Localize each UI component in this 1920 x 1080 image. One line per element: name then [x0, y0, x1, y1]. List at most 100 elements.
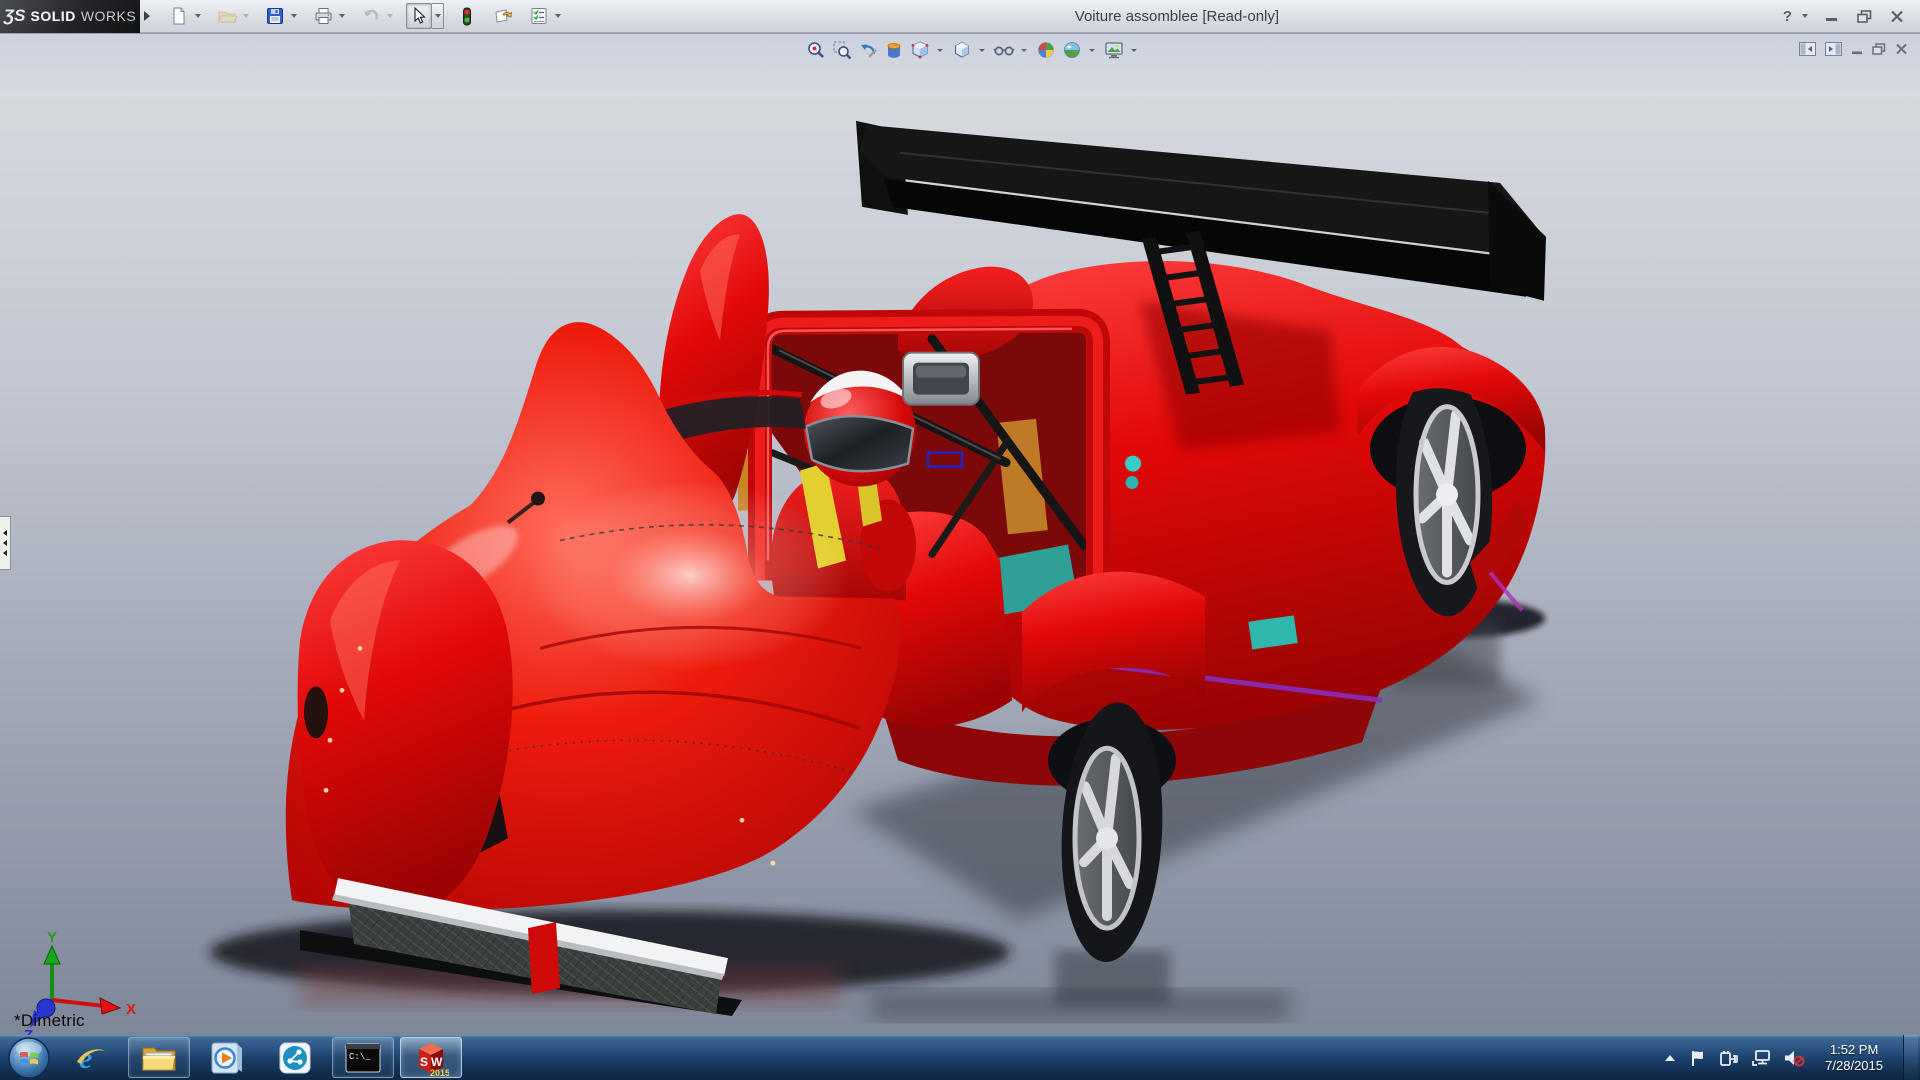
show-hidden-icons-button[interactable] [1663, 1053, 1677, 1063]
system-tray: 1:52 PM 7/28/2015 [1663, 1035, 1920, 1080]
restore-icon [1872, 43, 1886, 55]
document-window-controls [1799, 42, 1908, 56]
document-restore-button[interactable] [1872, 43, 1886, 55]
display-style-button[interactable] [951, 39, 973, 61]
action-center-button[interactable] [1689, 1049, 1707, 1067]
collapse-left-pane-button[interactable] [1799, 42, 1816, 56]
taskbar-apps: e [60, 1035, 462, 1080]
solidworks-2015-icon: SW 2015 [413, 1039, 449, 1077]
collapse-right-pane-button[interactable] [1825, 42, 1842, 56]
triad-x-label: X [126, 1001, 136, 1018]
pane-right-icon [1825, 42, 1842, 56]
print-icon [314, 7, 333, 25]
help-button[interactable]: ? [1783, 8, 1792, 25]
feature-manager-collapsed-tab[interactable] [0, 516, 11, 570]
start-button[interactable] [6, 1035, 52, 1080]
new-document-icon [170, 7, 188, 25]
view-orientation-dropdown[interactable] [935, 39, 944, 61]
document-close-button[interactable] [1895, 43, 1908, 55]
help-dropdown[interactable] [1799, 3, 1811, 29]
taskbar-clock[interactable]: 1:52 PM 7/28/2015 [1817, 1042, 1891, 1074]
3d-model-scene[interactable] [0, 34, 1920, 1035]
3ds-logo-icon: ƷS [4, 6, 26, 26]
options-list-icon [530, 7, 549, 25]
restore-icon [1857, 10, 1872, 23]
document-minimize-button[interactable] [1851, 44, 1863, 55]
select-tool-button[interactable] [406, 3, 432, 29]
command-prompt-icon: C:\_ [344, 1042, 382, 1074]
apply-scene-button[interactable] [1061, 39, 1083, 61]
title-bar: ƷS SOLIDWORKS [0, 0, 1920, 33]
select-cursor-icon [411, 7, 427, 25]
close-icon [1895, 43, 1908, 55]
internet-explorer-icon: e [73, 1040, 109, 1076]
window-title: Voiture assomblee [Read-only] [571, 8, 1783, 25]
options-dropdown[interactable] [552, 3, 564, 29]
taskbar-share-app[interactable] [264, 1037, 326, 1078]
graphics-viewport[interactable]: Y X Z *Dimetric [0, 33, 1920, 1035]
power-options-button[interactable] [1719, 1049, 1739, 1067]
edit-appearance-button[interactable] [1035, 39, 1057, 61]
minimize-button[interactable] [1818, 5, 1844, 27]
print-dropdown[interactable] [336, 3, 348, 29]
svg-text:SW: SW [420, 1055, 445, 1069]
traffic-light-icon [461, 7, 473, 26]
rebuild-button[interactable] [490, 3, 516, 29]
display-style-icon [952, 40, 972, 60]
view-orientation-label: *Dimetric [14, 1011, 85, 1031]
options-button[interactable] [526, 3, 552, 29]
taskbar-media-player[interactable] [196, 1037, 258, 1078]
zoom-to-area-icon [832, 40, 852, 60]
save-dropdown[interactable] [288, 3, 300, 29]
zoom-to-area-button[interactable] [831, 39, 853, 61]
view-orientation-button[interactable] [909, 39, 931, 61]
speaker-muted-icon [1783, 1049, 1805, 1067]
close-button[interactable] [1884, 5, 1910, 27]
network-status-button[interactable] [1751, 1049, 1771, 1067]
display-style-dropdown[interactable] [977, 39, 986, 61]
windows-taskbar: e [0, 1035, 1920, 1080]
hide-show-items-dropdown[interactable] [1019, 39, 1028, 61]
interference-check-button[interactable] [454, 3, 480, 29]
close-icon [1890, 10, 1904, 23]
undo-button [358, 3, 384, 29]
zoom-to-fit-button[interactable] [805, 39, 827, 61]
print-button[interactable] [310, 3, 336, 29]
new-document-button[interactable] [166, 3, 192, 29]
view-settings-button[interactable] [1103, 39, 1125, 61]
menu-expand-arrow-icon[interactable] [140, 0, 154, 33]
taskbar-internet-explorer[interactable]: e [60, 1037, 122, 1078]
logo-text-works: WORKS [81, 8, 136, 24]
quick-access-toolbar [166, 3, 571, 29]
save-button[interactable] [262, 3, 288, 29]
triad-y-label: Y [47, 929, 57, 946]
undo-dropdown [384, 3, 396, 29]
show-desktop-button[interactable] [1903, 1035, 1918, 1080]
solidworks-logo: ƷS SOLIDWORKS [0, 0, 140, 33]
windows-start-icon [7, 1036, 51, 1080]
heads-up-view-toolbar [805, 39, 1141, 61]
select-tool-dropdown[interactable] [432, 3, 444, 29]
rebuild-icon [494, 7, 513, 25]
network-icon [1751, 1049, 1771, 1067]
svg-text:2015: 2015 [430, 1068, 449, 1077]
undo-icon [362, 7, 381, 25]
new-document-dropdown[interactable] [192, 3, 204, 29]
volume-muted-button[interactable] [1783, 1049, 1805, 1067]
folder-icon [140, 1042, 178, 1074]
apply-scene-dropdown[interactable] [1087, 39, 1096, 61]
taskbar-command-prompt[interactable]: C:\_ [332, 1037, 394, 1078]
share-app-icon [278, 1041, 312, 1075]
previous-view-button[interactable] [857, 39, 879, 61]
minimize-icon [1851, 44, 1863, 55]
restore-button[interactable] [1851, 5, 1877, 27]
taskbar-solidworks[interactable]: SW 2015 [400, 1037, 462, 1078]
appearance-sphere-icon [1036, 40, 1056, 60]
hide-show-items-button[interactable] [993, 39, 1015, 61]
open-folder-icon [218, 7, 237, 25]
media-player-icon [210, 1041, 244, 1075]
taskbar-windows-explorer[interactable] [128, 1037, 190, 1078]
view-settings-dropdown[interactable] [1129, 39, 1138, 61]
mirror-intake[interactable] [903, 353, 979, 405]
section-view-button[interactable] [883, 39, 905, 61]
